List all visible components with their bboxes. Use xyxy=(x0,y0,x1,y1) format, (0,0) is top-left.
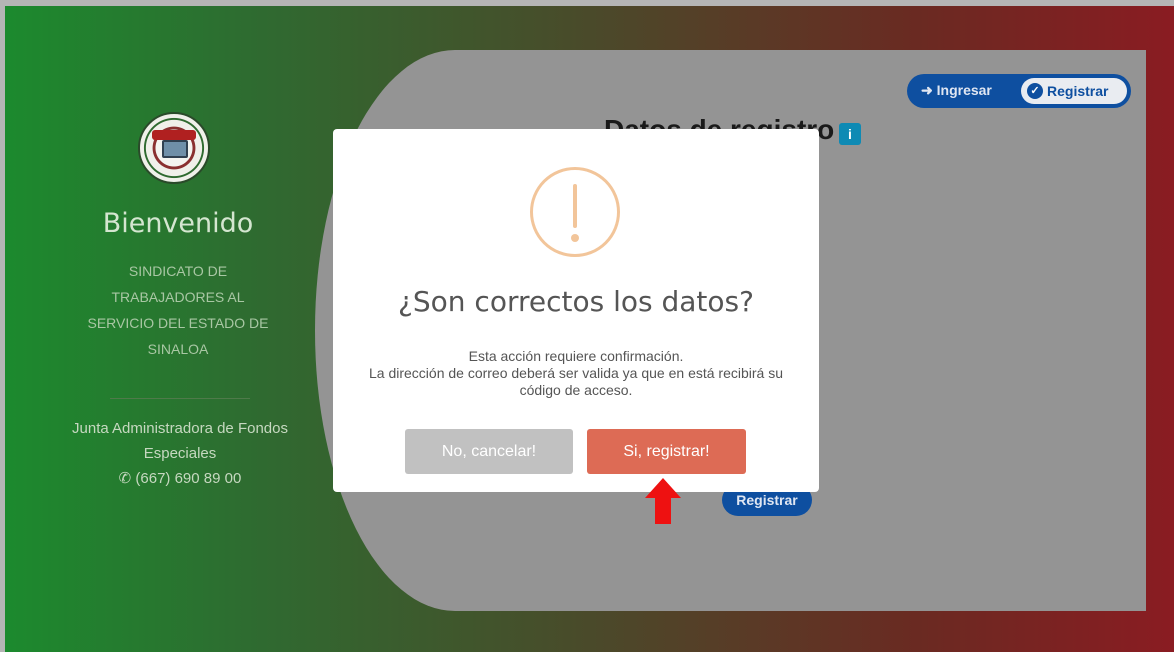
junta-name: Junta Administradora de Fondos Especiale… xyxy=(72,420,288,462)
tab-ingresar[interactable]: ➜ Ingresar xyxy=(921,82,992,99)
dialog-message-line1: Esta acción requiere confirmación. xyxy=(468,348,684,364)
phone-line: ✆ (667) 690 89 00 xyxy=(55,466,305,491)
auth-toggle: ➜ Ingresar ✓ Registrar xyxy=(907,74,1131,108)
tab-registrar-label: Registrar xyxy=(1047,83,1109,99)
warning-icon xyxy=(530,167,620,257)
tab-ingresar-label: Ingresar xyxy=(936,82,992,98)
union-logo xyxy=(138,112,210,184)
warning-icon-dot xyxy=(571,234,579,242)
union-name: SINDICATO DE TRABAJADORES AL SERVICIO DE… xyxy=(87,263,269,357)
confirm-dialog: ¿Son correctos los datos? Esta acción re… xyxy=(333,129,819,492)
welcome-heading: Bienvenido xyxy=(102,208,254,239)
dialog-message-line2: La dirección de correo deberá ser valida… xyxy=(368,365,784,398)
phone-number: (667) 690 89 00 xyxy=(135,470,242,487)
info-icon[interactable]: i xyxy=(839,123,861,145)
check-icon: ✓ xyxy=(1027,83,1043,99)
tab-registrar[interactable]: ✓ Registrar xyxy=(1021,78,1127,104)
logo-banner xyxy=(152,130,196,140)
logo-book-icon xyxy=(162,140,188,158)
cancel-button[interactable]: No, cancelar! xyxy=(405,429,573,474)
sign-in-icon: ➜ xyxy=(921,82,933,98)
junta-info: Junta Administradora de Fondos Especiale… xyxy=(55,416,305,491)
dialog-title: ¿Son correctos los datos? xyxy=(398,285,754,318)
dialog-message: Esta acción requiere confirmación. La di… xyxy=(353,348,799,399)
confirm-register-button[interactable]: Si, registrar! xyxy=(587,429,746,474)
phone-icon: ✆ xyxy=(118,470,132,487)
warning-icon-bar xyxy=(573,184,577,228)
sidebar-divider xyxy=(110,398,250,399)
up-arrow-icon xyxy=(645,478,681,524)
